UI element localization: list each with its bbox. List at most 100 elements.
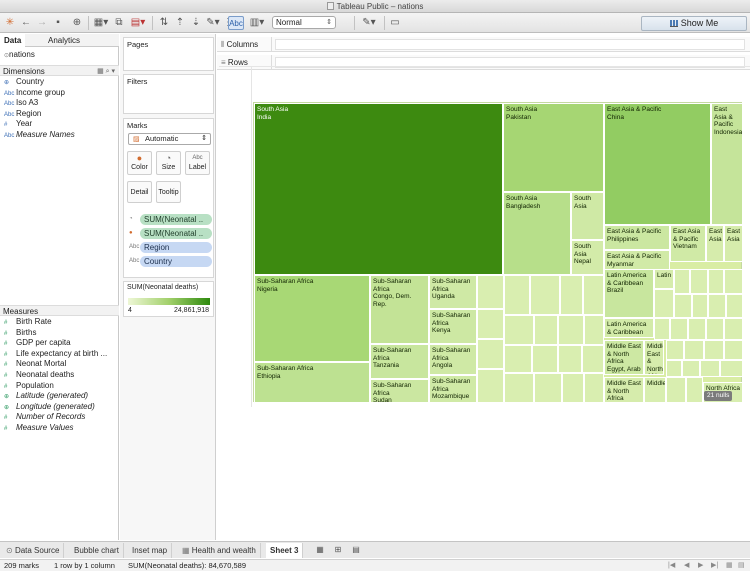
treemap-tile-tanzania[interactable]: Sub-Saharan Africa Tanzania [370, 344, 429, 379]
measure-number-of-records[interactable]: # Number of Records [0, 412, 119, 423]
treemap-tile-nepal[interactable]: South Asia Nepal [571, 240, 604, 275]
treemap-tile[interactable] [666, 360, 682, 377]
tab-data-source[interactable]: ⊙ Data Source [2, 543, 65, 558]
treemap-tile-egypt-arab[interactable]: Middle East & North Africa Egypt, Arab [604, 340, 644, 375]
measure-life-expectancy-at-birth[interactable]: # Life expectancy at birth ... [0, 349, 119, 360]
marks-pill-sum-neonatal[interactable]: SUM(Neonatal .. [140, 228, 212, 239]
treemap-tile[interactable] [688, 318, 706, 340]
treemap-tile-pakistan[interactable]: South Asia Pakistan [503, 103, 604, 192]
measure-gdp-per-capita[interactable]: # GDP per capita [0, 338, 119, 349]
treemap-tile[interactable] [584, 373, 604, 403]
size-button[interactable]: ◔ Size [156, 151, 181, 175]
treemap-tile[interactable] [726, 294, 743, 318]
treemap-tile[interactable] [558, 345, 582, 373]
treemap-tile[interactable] [706, 318, 724, 340]
sheet-sorter-icon[interactable]: ▦ [726, 560, 733, 571]
treemap-tile[interactable]: Latin [654, 269, 674, 289]
dimension-year[interactable]: # Year [0, 119, 119, 130]
swap-icon[interactable]: ⇅ [158, 16, 170, 30]
treemap-tile-philippines[interactable]: East Asia & Pacific Philippines [604, 225, 670, 250]
treemap-tile[interactable] [684, 340, 704, 360]
treemap-tile[interactable] [704, 340, 724, 360]
fix-axes-icon[interactable]: ▥▾ [248, 16, 266, 30]
filmstrip-icon[interactable]: ▤ [738, 560, 745, 571]
treemap-tile[interactable] [682, 360, 700, 377]
dimension-measure-names[interactable]: Abc Measure Names [0, 130, 119, 141]
treemap-tile[interactable] [666, 340, 684, 360]
treemap-tile[interactable] [504, 315, 534, 345]
first-sheet-icon[interactable]: |◀ [668, 560, 675, 571]
treemap-tile-sudan[interactable]: Sub-Saharan Africa Sudan [370, 379, 429, 403]
treemap-tile[interactable] [708, 294, 726, 318]
treemap-tile-india[interactable]: South Asia India [254, 103, 503, 275]
treemap-tile[interactable] [504, 373, 534, 403]
measure-longitude-generated[interactable]: ⊕ Longitude (generated) [0, 402, 119, 413]
tab-data[interactable]: Data [0, 34, 26, 47]
clear-sheet-icon[interactable]: ▤▾ [128, 16, 148, 30]
treemap-tile[interactable] [530, 275, 560, 315]
treemap-tile[interactable] [708, 269, 724, 294]
treemap-tile[interactable] [666, 377, 686, 403]
treemap-tile[interactable] [724, 340, 743, 360]
treemap-tile[interactable] [477, 309, 504, 339]
measure-population[interactable]: # Population [0, 381, 119, 392]
tab-sheet-3[interactable]: Sheet 3 [266, 543, 304, 558]
treemap-tile-brazil[interactable]: Latin America & Caribbean Brazil [604, 269, 654, 318]
back-icon[interactable]: ← [20, 16, 32, 30]
measure-births[interactable]: # Births [0, 328, 119, 339]
treemap-tile[interactable]: Latin America & Caribbean [604, 318, 654, 338]
label-button[interactable]: Abc Label [185, 151, 210, 175]
treemap-tile[interactable] [477, 369, 504, 403]
measure-latitude-generated[interactable]: ⊕ Latitude (generated) [0, 391, 119, 402]
treemap[interactable]: South Asia India South Asia Pakistan East As… [253, 102, 743, 403]
nulls-badge[interactable]: 21 nulls [704, 391, 733, 401]
treemap-tile-kenya[interactable]: Sub-Saharan Africa Kenya [429, 309, 477, 344]
dimension-country[interactable]: ⊕ Country [0, 77, 119, 88]
treemap-tile[interactable]: Middle [644, 377, 666, 403]
rows-shelf[interactable]: ≡ Rows [217, 55, 750, 70]
datasource-item[interactable]: ⊙nations [0, 49, 119, 61]
sort-ascending-icon[interactable]: ⇡ [174, 16, 186, 30]
new-datasource-icon[interactable]: ⊕ [70, 16, 84, 30]
columns-shelf[interactable]: ⫴ Columns [217, 37, 750, 52]
treemap-tile[interactable] [504, 275, 530, 315]
show-me-button[interactable]: Show Me [641, 16, 747, 31]
treemap-tile[interactable] [692, 294, 708, 318]
tab-analytics[interactable]: Analytics [44, 34, 84, 47]
show-labels-button[interactable]: Abc [228, 16, 244, 30]
forward-icon[interactable]: → [36, 16, 48, 30]
treemap-tile[interactable] [534, 315, 558, 345]
measure-neonatal-deaths[interactable]: # Neonatal deaths [0, 370, 119, 381]
filters-card[interactable]: Filters [123, 74, 214, 114]
treemap-tile[interactable] [724, 269, 743, 294]
prev-sheet-icon[interactable]: ◀ [684, 560, 689, 571]
new-worksheet-icon[interactable]: ▦▾ [92, 16, 110, 30]
marks-pill-region[interactable]: Region [140, 242, 212, 253]
treemap-tile[interactable] [686, 377, 703, 403]
treemap-tile[interactable] [700, 360, 720, 377]
color-legend[interactable]: SUM(Neonatal deaths) 4 24,861,918 [123, 281, 214, 317]
treemap-tile[interactable]: East Asia [724, 225, 743, 262]
detail-button[interactable]: Detail [127, 181, 152, 203]
measure-birth-rate[interactable]: # Birth Rate [0, 317, 119, 328]
treemap-tile-mozambique[interactable]: Sub-Saharan Africa Mozambique [429, 375, 477, 403]
treemap-tile[interactable] [690, 269, 708, 294]
treemap-tile-ethiopia[interactable]: Sub-Saharan Africa Ethiopia [254, 362, 370, 403]
treemap-tile[interactable] [558, 315, 584, 345]
dimension-iso-a3[interactable]: Abc Iso A3 [0, 98, 119, 109]
measure-measure-values[interactable]: # Measure Values [0, 423, 119, 434]
tab-health-and-wealth[interactable]: ▦ Health and wealth [178, 543, 261, 558]
presentation-icon[interactable]: ▭ [388, 16, 402, 30]
dimension-income-group[interactable]: Abc Income group [0, 88, 119, 99]
tooltip-icon[interactable]: ✎▾ [360, 16, 378, 30]
dimensions-tools[interactable]: ▦ ⌕ ▾ [97, 66, 115, 77]
new-story-icon[interactable]: ▤ [350, 545, 362, 555]
sort-descending-icon[interactable]: ⇣ [190, 16, 202, 30]
treemap-tile[interactable] [724, 318, 743, 340]
last-sheet-icon[interactable]: ▶| [711, 560, 718, 571]
treemap-tile[interactable] [534, 373, 562, 403]
fit-select[interactable]: Normal ⇕ [272, 16, 336, 29]
measure-neonat-mortal[interactable]: # Neonat Mortal [0, 359, 119, 370]
treemap-tile-nigeria[interactable]: Sub-Saharan Africa Nigeria [254, 275, 370, 362]
columns-drop-zone[interactable] [275, 39, 745, 50]
